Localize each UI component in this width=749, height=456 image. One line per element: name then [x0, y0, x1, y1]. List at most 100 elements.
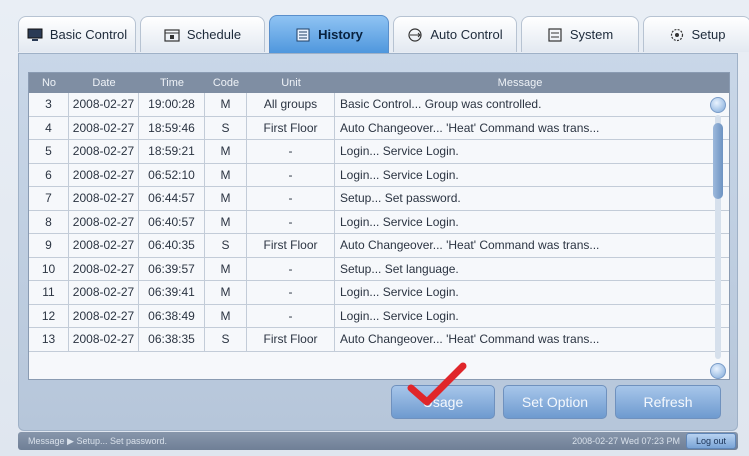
cell-date: 2008-02-27 — [69, 328, 139, 351]
cell-date: 2008-02-27 — [69, 234, 139, 257]
cell-unit: - — [247, 281, 335, 304]
cell-time: 06:38:35 — [139, 328, 205, 351]
status-message: Message ▶ Setup... Set password. — [28, 435, 167, 446]
header-no[interactable]: No — [29, 77, 69, 89]
cell-code: M — [205, 140, 247, 163]
history-table: No Date Time Code Unit Message 3 2008-02-… — [28, 72, 730, 380]
cell-no: 3 — [29, 93, 69, 116]
cell-no: 12 — [29, 304, 69, 327]
header-time[interactable]: Time — [139, 77, 205, 89]
cell-date: 2008-02-27 — [69, 187, 139, 210]
logout-button[interactable]: Log out — [686, 433, 736, 449]
vertical-scrollbar[interactable] — [709, 95, 727, 379]
cell-message: Auto Changeover... 'Heat' Command was tr… — [340, 238, 600, 253]
cell-date: 2008-02-27 — [69, 304, 139, 327]
scroll-thumb[interactable] — [713, 123, 723, 199]
table-row[interactable]: 10 2008-02-27 06:39:57 M - Setup... Set langu… — [29, 257, 729, 281]
table-row[interactable]: 5 2008-02-27 18:59:21 M - Login... Service Lo… — [29, 140, 729, 164]
cell-unit: - — [247, 187, 335, 210]
cell-code: M — [205, 257, 247, 280]
tab-setup[interactable]: Setup — [643, 16, 749, 52]
tab-bar: Basic Control Schedule History Auto Cont… — [18, 15, 749, 54]
cell-no: 7 — [29, 187, 69, 210]
cell-code: S — [205, 328, 247, 351]
cell-date: 2008-02-27 — [69, 163, 139, 186]
cell-message: Login... Service Login. — [340, 167, 459, 182]
tab-label: Auto Control — [430, 27, 503, 42]
cell-code: M — [205, 163, 247, 186]
cell-date: 2008-02-27 — [69, 257, 139, 280]
tab-label: History — [318, 27, 363, 42]
tab-schedule[interactable]: Schedule — [140, 16, 265, 52]
table-row[interactable]: 12 2008-02-27 06:38:49 M - Login... Service L… — [29, 304, 729, 328]
cell-time: 06:40:57 — [139, 210, 205, 233]
tab-auto-control[interactable]: Auto Control — [393, 16, 517, 52]
cell-no: 10 — [29, 257, 69, 280]
cell-message: Login... Service Login. — [340, 144, 459, 159]
cell-code: M — [205, 304, 247, 327]
cell-no: 8 — [29, 210, 69, 233]
tab-history[interactable]: History — [269, 15, 389, 53]
table-row[interactable]: 7 2008-02-27 06:44:57 M - Setup... Set passwo… — [29, 187, 729, 211]
header-code[interactable]: Code — [205, 77, 247, 89]
cell-no: 13 — [29, 328, 69, 351]
cell-unit: - — [247, 140, 335, 163]
cell-unit: All groups — [247, 93, 335, 116]
cell-no: 4 — [29, 116, 69, 139]
header-message[interactable]: Message — [335, 77, 705, 89]
table-row[interactable]: 4 2008-02-27 18:59:46 S First Floor Auto Chan… — [29, 116, 729, 140]
scroll-down-button[interactable] — [710, 363, 726, 379]
cell-unit: - — [247, 163, 335, 186]
table-row[interactable]: 3 2008-02-27 19:00:28 M All groups Basic Cont… — [29, 93, 729, 117]
history-panel: No Date Time Code Unit Message 3 2008-02-… — [18, 53, 738, 431]
set-option-button[interactable]: Set Option — [503, 385, 607, 419]
status-timestamp: 2008-02-27 Wed 07:23 PM — [572, 436, 680, 446]
cell-message: Login... Service Login. — [340, 285, 459, 300]
scroll-up-button[interactable] — [710, 97, 726, 113]
cell-message: Login... Service Login. — [340, 214, 459, 229]
system-icon — [548, 27, 562, 42]
cell-code: M — [205, 281, 247, 304]
cell-unit: First Floor — [247, 116, 335, 139]
cell-code: M — [205, 93, 247, 116]
tab-basic-control[interactable]: Basic Control — [18, 16, 136, 52]
header-unit[interactable]: Unit — [247, 77, 335, 89]
cell-unit: - — [247, 257, 335, 280]
monitor-icon — [27, 28, 43, 41]
cell-no: 9 — [29, 234, 69, 257]
cell-date: 2008-02-27 — [69, 281, 139, 304]
cell-date: 2008-02-27 — [69, 210, 139, 233]
cell-code: M — [205, 187, 247, 210]
table-row[interactable]: 6 2008-02-27 06:52:10 M - Login... Service Lo… — [29, 163, 729, 187]
tab-label: Basic Control — [49, 27, 128, 42]
history-list-icon — [296, 28, 310, 41]
cell-unit: - — [247, 304, 335, 327]
cell-unit: First Floor — [247, 234, 335, 257]
tab-system[interactable]: System — [521, 16, 639, 52]
app-window: Basic Control Schedule History Auto Cont… — [0, 0, 749, 456]
status-bar: Message ▶ Setup... Set password. 2008-02… — [18, 432, 738, 450]
cell-time: 18:59:46 — [139, 116, 205, 139]
cell-unit: First Floor — [247, 328, 335, 351]
cell-message: Setup... Set password. — [340, 191, 461, 206]
table-row[interactable]: 11 2008-02-27 06:39:41 M - Login... Service L… — [29, 281, 729, 305]
cell-time: 06:44:57 — [139, 187, 205, 210]
cell-date: 2008-02-27 — [69, 116, 139, 139]
table-header: No Date Time Code Unit Message — [29, 73, 729, 93]
cell-time: 06:39:57 — [139, 257, 205, 280]
tab-label: Setup — [691, 27, 726, 42]
calendar-icon — [164, 28, 180, 42]
cell-code: M — [205, 210, 247, 233]
cell-no: 6 — [29, 163, 69, 186]
usage-button[interactable]: Usage — [391, 385, 495, 419]
cell-message: Auto Changeover... 'Heat' Command was tr… — [340, 332, 600, 347]
header-date[interactable]: Date — [69, 77, 139, 89]
tab-label: System — [569, 27, 614, 42]
cell-date: 2008-02-27 — [69, 140, 139, 163]
table-row[interactable]: 9 2008-02-27 06:40:35 S First Floor Auto Chan… — [29, 234, 729, 258]
cell-unit: - — [247, 210, 335, 233]
refresh-button[interactable]: Refresh — [615, 385, 721, 419]
table-row[interactable]: 13 2008-02-27 06:38:35 S First Floor Auto Cha… — [29, 328, 729, 352]
table-row[interactable]: 8 2008-02-27 06:40:57 M - Login... Service Lo… — [29, 210, 729, 234]
cell-no: 11 — [29, 281, 69, 304]
